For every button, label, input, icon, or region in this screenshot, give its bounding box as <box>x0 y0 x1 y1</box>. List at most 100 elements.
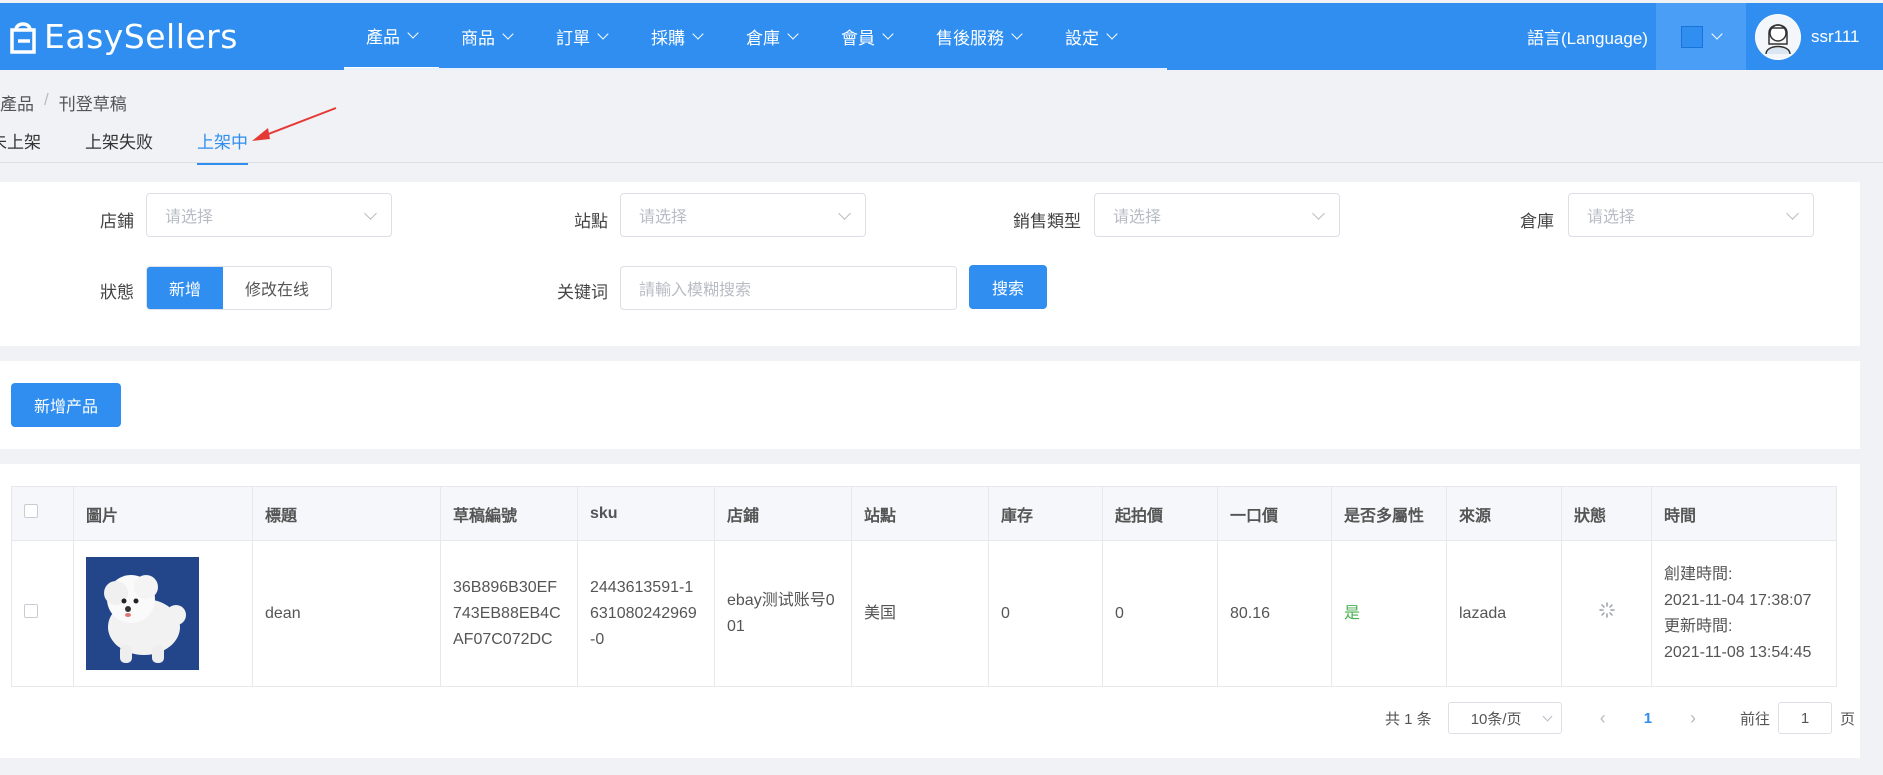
select-placeholder: 请选择 <box>1113 209 1162 226</box>
prev-page-icon[interactable]: ‹ <box>1600 708 1606 729</box>
nav-label: 商品 <box>461 29 495 48</box>
chevron-down-icon <box>692 28 704 40</box>
avatar <box>1755 13 1801 60</box>
tab-listing-in-progress[interactable]: 上架中 <box>197 128 248 165</box>
tab-unlisted[interactable]: 未上架 <box>0 128 41 165</box>
chevron-down-icon <box>787 28 799 40</box>
draft-table: 圖片 標題 草稿編號 sku 店鋪 站點 庫存 起拍價 一口價 是否多屬性 來源… <box>11 486 1837 687</box>
logo[interactable]: EasySellers <box>6 17 238 56</box>
site-label: 站點 <box>574 212 608 231</box>
dog-photo-icon <box>86 557 199 670</box>
nav-label: 倉庫 <box>746 29 780 48</box>
status-option-new[interactable]: 新增 <box>147 267 224 309</box>
add-product-button[interactable]: 新增产品 <box>11 383 121 427</box>
updated-label: 更新時間: <box>1664 617 1733 635</box>
theme-color-picker[interactable] <box>1656 3 1746 70</box>
breadcrumb-item[interactable]: 產品 <box>0 90 34 115</box>
warehouse-label: 倉庫 <box>1520 212 1554 231</box>
site-select[interactable]: 请选择 <box>620 193 866 237</box>
column-header: 站點 <box>851 486 989 541</box>
column-header: 店鋪 <box>714 486 852 541</box>
status-label: 狀態 <box>100 283 134 302</box>
user-menu[interactable]: ssr111 <box>1755 3 1860 70</box>
row-select-cell <box>11 540 74 687</box>
table-header-row: 圖片 標題 草稿編號 sku 店鋪 站點 庫存 起拍價 一口價 是否多屬性 來源… <box>11 486 1837 541</box>
column-header: 一口價 <box>1217 486 1332 541</box>
table-row: dean 36B896B30EF743EB88EB4CAF07C072DC 24… <box>11 540 1837 687</box>
select-all-checkbox[interactable] <box>24 504 38 518</box>
filter-panel: 店鋪 请选择 站點 请选择 銷售類型 请选择 倉庫 请选择 狀態 新增 修改在线… <box>0 182 1860 346</box>
column-header: 狀態 <box>1561 486 1652 541</box>
column-header: 草稿編號 <box>440 486 578 541</box>
page-unit: 页 <box>1840 710 1856 728</box>
nav-orders[interactable]: 訂單 <box>534 3 629 70</box>
main-nav: 產品 商品 訂單 採購 倉庫 會員 售後服務 設定 <box>344 3 1138 70</box>
updated-at: 2021-11-08 13:54:45 <box>1664 643 1812 661</box>
language-switch[interactable]: 語言(Language) <box>1527 3 1648 70</box>
image-cell <box>73 540 253 687</box>
nav-label: 訂單 <box>556 29 590 48</box>
total-count: 共 1 条 <box>1385 710 1432 728</box>
chevron-down-icon <box>1542 711 1553 722</box>
chevron-down-icon <box>364 207 377 220</box>
chevron-down-icon <box>838 207 851 220</box>
shop-label: 店鋪 <box>100 212 134 231</box>
site-cell: 美国 <box>851 540 989 687</box>
username: ssr111 <box>1811 26 1860 46</box>
top-header: EasySellers 產品 商品 訂單 採購 倉庫 會員 售後服務 設定 語言… <box>0 3 1883 70</box>
product-thumbnail[interactable] <box>86 557 199 670</box>
column-header: 圖片 <box>73 486 253 541</box>
keyword-input[interactable]: 請輸入模糊搜索 <box>620 266 957 310</box>
goto-page-input[interactable]: 1 <box>1778 702 1833 734</box>
nav-label: 產品 <box>366 27 400 47</box>
page-size-select[interactable]: 10条/页 <box>1447 702 1562 734</box>
sale-type-label: 銷售類型 <box>1013 212 1081 231</box>
row-checkbox[interactable] <box>24 603 38 618</box>
nav-purchase[interactable]: 採購 <box>629 3 724 70</box>
nav-warehouse[interactable]: 倉庫 <box>724 3 819 70</box>
shop-cell: ebay测试账号001 <box>714 540 852 687</box>
sale-type-select[interactable]: 请选择 <box>1094 193 1340 237</box>
title-cell: dean <box>252 540 441 687</box>
chevron-down-icon <box>1312 207 1325 220</box>
tab-listing-failed[interactable]: 上架失败 <box>85 128 153 165</box>
nav-label: 設定 <box>1065 29 1099 48</box>
breadcrumb-separator: / <box>44 90 49 109</box>
warehouse-select[interactable]: 请选择 <box>1568 193 1814 237</box>
search-button[interactable]: 搜索 <box>969 265 1047 309</box>
action-bar: 新增产品 <box>0 361 1860 449</box>
breadcrumb: 產品 / 刊登草稿 <box>0 90 127 115</box>
nav-label: 採購 <box>651 29 685 48</box>
logo-text: EasySellers <box>44 17 238 56</box>
status-cell <box>1561 540 1652 687</box>
multi-attr-cell: 是 <box>1331 540 1447 687</box>
nav-members[interactable]: 會員 <box>819 3 914 70</box>
created-at: 2021-11-04 17:38:07 <box>1664 591 1812 609</box>
buy-now-price-cell: 80.16 <box>1217 540 1332 687</box>
next-page-icon[interactable]: › <box>1690 708 1696 729</box>
breadcrumb-item: 刊登草稿 <box>58 95 127 114</box>
select-all-cell <box>11 486 74 541</box>
nav-after-sales[interactable]: 售後服務 <box>914 3 1043 70</box>
color-swatch <box>1681 25 1703 48</box>
shop-select[interactable]: 请选择 <box>146 193 392 237</box>
status-option-modify-online[interactable]: 修改在线 <box>223 267 331 309</box>
chevron-down-icon <box>1711 28 1723 40</box>
column-header: 是否多屬性 <box>1331 486 1447 541</box>
table-panel: 圖片 標題 草稿編號 sku 店鋪 站點 庫存 起拍價 一口價 是否多屬性 來源… <box>0 464 1860 758</box>
start-price-cell: 0 <box>1102 540 1218 687</box>
nav-settings[interactable]: 設定 <box>1043 3 1138 70</box>
loading-icon <box>1598 601 1615 618</box>
column-header: 庫存 <box>988 486 1103 541</box>
column-header: 時間 <box>1651 486 1837 541</box>
page-number[interactable]: 1 <box>1644 710 1652 727</box>
nav-goods[interactable]: 商品 <box>439 3 534 70</box>
chevron-down-icon <box>1106 28 1118 40</box>
source-cell: lazada <box>1446 540 1562 687</box>
chevron-down-icon <box>1011 28 1023 40</box>
input-placeholder: 請輸入模糊搜索 <box>639 282 752 299</box>
page-size-value: 10条/页 <box>1470 710 1522 728</box>
column-header: 來源 <box>1446 486 1562 541</box>
select-placeholder: 请选择 <box>1587 209 1636 226</box>
nav-products[interactable]: 產品 <box>344 3 439 70</box>
